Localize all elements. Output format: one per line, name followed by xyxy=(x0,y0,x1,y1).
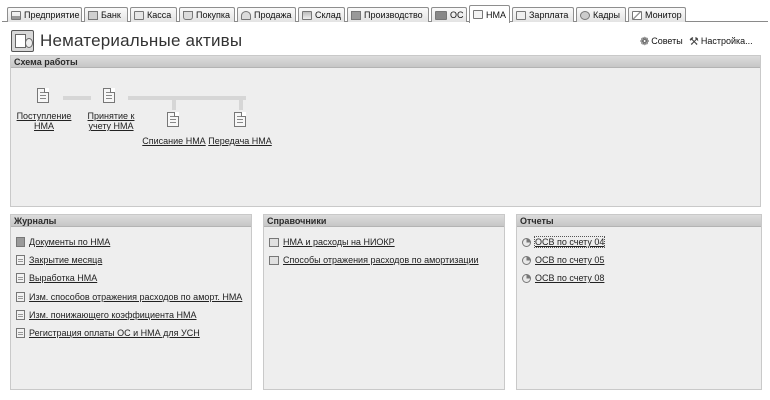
production-icon xyxy=(351,10,361,20)
list-item-label: Регистрация оплаты ОС и НМА для УСН xyxy=(29,328,200,338)
intangible-assets-icon xyxy=(11,30,34,52)
list-item[interactable]: Документы по НМА xyxy=(16,236,110,248)
report-icon xyxy=(522,255,531,265)
intangible-assets-icon xyxy=(473,10,483,19)
tips-button[interactable]: ❁ Советы xyxy=(640,34,683,48)
list-item[interactable]: Изм. способов отражения расходов по амор… xyxy=(16,291,242,303)
references-panel-title: Справочники xyxy=(264,215,504,227)
sale-icon xyxy=(241,10,251,20)
tab-intangible-assets[interactable]: НМА xyxy=(469,5,510,23)
scheme-node-transfer[interactable]: Передача НМА xyxy=(207,136,273,146)
list-item-label: Закрытие месяца xyxy=(29,255,103,265)
list-item-label: ОСВ по счету 04 xyxy=(533,236,606,248)
scheme-connector xyxy=(172,96,176,110)
scheme-node-receipt[interactable]: Поступление НМА xyxy=(15,111,73,131)
document-icon xyxy=(16,255,25,265)
list-item[interactable]: НМА и расходы на НИОКР xyxy=(269,236,395,248)
document-icon xyxy=(16,310,25,320)
list-item-label: ОСВ по счету 05 xyxy=(535,255,605,265)
scheme-connector xyxy=(63,96,91,100)
tab-enterprise[interactable]: Предприятие xyxy=(7,7,82,22)
catalog-icon xyxy=(269,255,279,265)
acceptance-document-icon[interactable] xyxy=(103,88,115,103)
page-title: Нематериальные активы xyxy=(40,31,243,50)
list-item[interactable]: ОСВ по счету 05 xyxy=(522,254,604,266)
list-item-label: Документы по НМА xyxy=(29,237,111,247)
tab-salary[interactable]: Зарплата xyxy=(512,7,574,22)
tab-label: НМА xyxy=(486,9,506,20)
tab-production[interactable]: Производство xyxy=(347,7,429,22)
scheme-panel-title: Схема работы xyxy=(11,56,760,68)
settings-button[interactable]: ⚒ Настройка... xyxy=(689,34,753,48)
tab-monitor[interactable]: Монитор xyxy=(628,7,686,22)
list-item[interactable]: ОСВ по счету 08 xyxy=(522,272,604,284)
warehouse-icon xyxy=(302,10,312,20)
tab-warehouse[interactable]: Склад xyxy=(298,7,345,22)
tab-label: Монитор xyxy=(645,10,682,20)
fixed-assets-icon xyxy=(435,10,447,20)
lightbulb-icon: ❁ xyxy=(640,35,650,48)
references-panel: Справочники НМА и расходы на НИОКР Спосо… xyxy=(263,214,505,390)
tab-label: Производство xyxy=(364,10,423,20)
settings-label: Настройка... xyxy=(700,36,753,46)
list-item-label: Выработка НМА xyxy=(29,273,98,283)
tips-label: Советы xyxy=(651,36,683,46)
list-item-label: Изм. способов отражения расходов по амор… xyxy=(29,292,243,302)
salary-icon xyxy=(516,10,526,20)
list-item[interactable]: Способы отражения расходов по амортизаци… xyxy=(269,254,479,266)
tab-label: Банк xyxy=(101,10,121,20)
tab-label: Касса xyxy=(147,10,172,20)
tab-sale[interactable]: Продажа xyxy=(237,7,296,22)
scheme-connector xyxy=(128,96,246,100)
tab-label: Предприятие xyxy=(24,10,80,20)
tab-label: Продажа xyxy=(254,10,292,20)
list-item[interactable]: Изм. понижающего коэффициента НМА xyxy=(16,309,197,321)
tab-cash[interactable]: Касса xyxy=(130,7,177,22)
catalog-icon xyxy=(269,237,279,247)
factory-icon xyxy=(11,10,21,20)
tab-fixed-assets[interactable]: ОС xyxy=(431,7,467,22)
tab-label: Кадры xyxy=(593,10,620,20)
tools-icon: ⚒ xyxy=(689,35,699,48)
bank-icon xyxy=(88,10,98,20)
list-item[interactable]: ОСВ по счету 04 xyxy=(522,236,606,248)
list-item-label: НМА и расходы на НИОКР xyxy=(283,237,395,247)
tab-bank[interactable]: Банк xyxy=(84,7,128,22)
receipt-document-icon[interactable] xyxy=(37,88,49,103)
list-item[interactable]: Регистрация оплаты ОС и НМА для УСН xyxy=(16,327,200,339)
list-item-label: ОСВ по счету 08 xyxy=(535,273,605,283)
scheme-panel: Схема работы Поступление НМА Принятие к … xyxy=(10,55,761,207)
journals-panel: Журналы Документы по НМА Закрытие месяца… xyxy=(10,214,252,390)
tab-staff[interactable]: Кадры xyxy=(576,7,626,22)
document-icon xyxy=(16,273,25,283)
tab-label: ОС xyxy=(450,10,464,20)
list-item-label: Способы отражения расходов по амортизаци… xyxy=(283,255,479,265)
list-item[interactable]: Закрытие месяца xyxy=(16,254,102,266)
tab-label: Зарплата xyxy=(529,10,569,20)
tab-label: Склад xyxy=(315,10,342,20)
list-item-label: Изм. понижающего коэффициента НМА xyxy=(29,310,197,320)
report-icon xyxy=(522,273,531,283)
scheme-node-acceptance[interactable]: Принятие к учету НМА xyxy=(81,111,141,131)
cash-register-icon xyxy=(134,10,144,20)
report-icon xyxy=(522,237,531,247)
purchase-icon xyxy=(183,10,193,20)
scheme-connector xyxy=(239,96,243,110)
tab-purchase[interactable]: Покупка xyxy=(179,7,235,22)
document-icon xyxy=(16,292,25,302)
tab-label: Покупка xyxy=(196,10,231,20)
section-tab-bar: Предприятие Банк Касса Покупка Продажа С… xyxy=(0,0,770,23)
reports-panel: Отчеты ОСВ по счету 04 ОСВ по счету 05 О… xyxy=(516,214,762,390)
transfer-document-icon[interactable] xyxy=(234,112,246,127)
reports-panel-title: Отчеты xyxy=(517,215,761,227)
document-icon xyxy=(16,328,25,338)
scheme-node-write-off[interactable]: Списание НМА xyxy=(139,136,209,146)
monitor-icon xyxy=(632,10,642,20)
write-off-document-icon[interactable] xyxy=(167,112,179,127)
list-item[interactable]: Выработка НМА xyxy=(16,272,97,284)
staff-icon xyxy=(580,10,590,20)
journals-panel-title: Журналы xyxy=(11,215,251,227)
journal-icon xyxy=(16,237,25,247)
